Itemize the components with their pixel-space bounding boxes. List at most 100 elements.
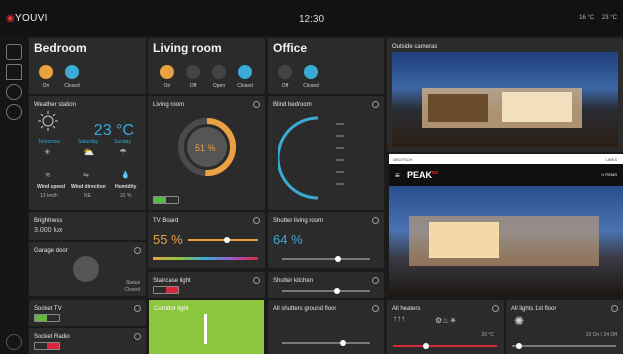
gear-icon[interactable] (372, 101, 379, 108)
remote-icon[interactable] (6, 84, 22, 100)
peak-website[interactable]: DEUTSCH LINKS ≡ PEAKnx 0 ITEMS (389, 154, 623, 297)
shutter-living-tile[interactable]: Shutter living room 64 % (268, 212, 384, 268)
gear-icon[interactable] (134, 333, 141, 340)
status-label: Status (125, 280, 140, 286)
blind-angle-control[interactable] (278, 110, 373, 205)
room-office[interactable]: Office Off Closed (268, 38, 384, 94)
tile-title: Brightness (34, 218, 63, 224)
blind-icon[interactable] (65, 65, 79, 79)
gear-icon[interactable] (611, 305, 618, 312)
cloud-sun-icon: ⛅ (83, 147, 95, 157)
refresh-icon[interactable] (6, 334, 22, 350)
language-select[interactable]: DEUTSCH (393, 157, 412, 162)
heater-mode-icons[interactable]: ⚙♨☀ (435, 316, 457, 325)
heater-slider[interactable] (393, 343, 497, 349)
slider-knob[interactable] (340, 340, 346, 346)
tile-title: All shutters ground floor (273, 306, 337, 312)
tv-board-tile[interactable]: TV Board 55 % (148, 212, 265, 268)
color-slider[interactable] (153, 257, 258, 260)
blind-open-icon[interactable] (212, 65, 226, 79)
gear-icon[interactable] (372, 277, 379, 284)
bulb-icon[interactable] (39, 65, 53, 79)
room-bedroom[interactable]: Bedroom On Closed (29, 38, 146, 94)
garage-icon[interactable] (73, 256, 99, 282)
gear-icon[interactable] (253, 277, 260, 284)
all-shutters-tile[interactable]: All shutters ground floor (268, 300, 384, 354)
toggle-switch[interactable] (34, 314, 60, 322)
slider-knob[interactable] (423, 343, 429, 349)
corridor-light-tile[interactable]: Corridor light (149, 300, 264, 354)
brightness-slider[interactable] (188, 237, 258, 243)
peak-logo[interactable]: PEAKnx (407, 170, 438, 180)
heater-temp: 20 °C (481, 332, 494, 338)
links-menu[interactable]: LINKS (605, 157, 617, 162)
peak-top-bar: DEUTSCH LINKS (389, 154, 623, 164)
home-icon[interactable] (6, 64, 22, 80)
slider-knob[interactable] (516, 343, 522, 349)
tile-title: Corridor light (154, 306, 189, 312)
gear-icon[interactable] (492, 305, 499, 312)
dimmer-value: 51 % (195, 143, 216, 153)
lights-slider[interactable] (512, 343, 616, 349)
metric-label: Wind direction (71, 184, 106, 190)
blind-bedroom-tile[interactable]: Blind bedroom (268, 96, 384, 210)
all-lights-tile[interactable]: All lights 1st floor ✺ 10 On / 24 Off (506, 300, 623, 354)
shutter-slider[interactable] (282, 288, 370, 294)
socket-tv-tile[interactable]: Socket TV (29, 300, 146, 326)
slider-knob[interactable] (223, 237, 230, 243)
dimmer-value: 55 % (153, 232, 183, 247)
gear-icon[interactable] (372, 305, 379, 312)
current-temperature: 23 °C (93, 122, 134, 139)
bulb-icon[interactable] (278, 65, 292, 79)
gear-icon[interactable] (372, 217, 379, 224)
socket-radio-tile[interactable]: Socket Radio (29, 328, 146, 354)
tile-title: Socket TV (34, 306, 62, 312)
forecast-day: Saturday (78, 139, 99, 145)
toggle-switch[interactable] (153, 286, 179, 294)
outside-cameras-tile[interactable]: Outside cameras (387, 38, 623, 152)
menu-icon[interactable]: ≡ (395, 171, 400, 180)
garage-door-tile[interactable]: Garage door Status Closed (29, 242, 146, 296)
blind-icon[interactable] (304, 65, 318, 79)
clock: 12:30 (298, 14, 325, 25)
peak-nav: ≡ PEAKnx 0 ITEMS (389, 164, 623, 186)
cart-items[interactable]: 0 ITEMS (601, 172, 617, 177)
room-living[interactable]: Living room On Off Open Closed (148, 38, 265, 94)
grid-icon[interactable] (6, 44, 22, 60)
humidity-icon: 💧 (121, 172, 130, 179)
slider-knob[interactable] (335, 256, 342, 262)
camera-feed[interactable] (392, 52, 618, 147)
toggle-switch[interactable] (34, 342, 60, 350)
sidebar (0, 36, 28, 354)
gear-icon[interactable] (134, 247, 141, 254)
room-title: Office (273, 41, 308, 55)
gear-icon[interactable] (134, 305, 141, 312)
forecast-day: Sunday (114, 139, 131, 145)
tile-title: Blind bedroom (273, 102, 312, 108)
tile-title: Garage door (34, 248, 68, 254)
gear-icon[interactable] (253, 101, 260, 108)
bulb-icon[interactable] (160, 65, 174, 79)
slider-knob[interactable] (334, 288, 340, 294)
bulb-icon: ✺ (514, 314, 525, 328)
shutter-slider[interactable] (282, 256, 370, 262)
gear-icon[interactable] (253, 217, 260, 224)
tile-title: All lights 1st floor (511, 306, 557, 312)
temperature-readout: 16 °C 23 °C (573, 15, 617, 21)
metric-label: Wind speed (37, 184, 66, 190)
all-heaters-tile[interactable]: All heaters ↑↑↑ ⚙♨☀ 20 °C (387, 300, 504, 354)
blind-icon[interactable] (238, 65, 252, 79)
staircase-light-tile[interactable]: Staircase light (148, 272, 265, 298)
forecast-day: Tomorrow (38, 139, 60, 145)
tile-title: Socket Radio (34, 334, 70, 340)
shutter-slider[interactable] (282, 340, 370, 346)
rain-icon: ☂ (119, 147, 128, 157)
toggle-switch[interactable] (153, 196, 179, 204)
compass-icon: ⇋ (83, 172, 89, 179)
living-room-dimmer[interactable]: Living room 51 % (148, 96, 265, 210)
inside-temp: 23 °C (601, 15, 617, 21)
shutter-kitchen-tile[interactable]: Shutter kitchen (268, 272, 384, 298)
shutter-value: 64 % (273, 232, 303, 247)
gear-icon[interactable] (6, 104, 22, 120)
socket-icon[interactable] (186, 65, 200, 79)
